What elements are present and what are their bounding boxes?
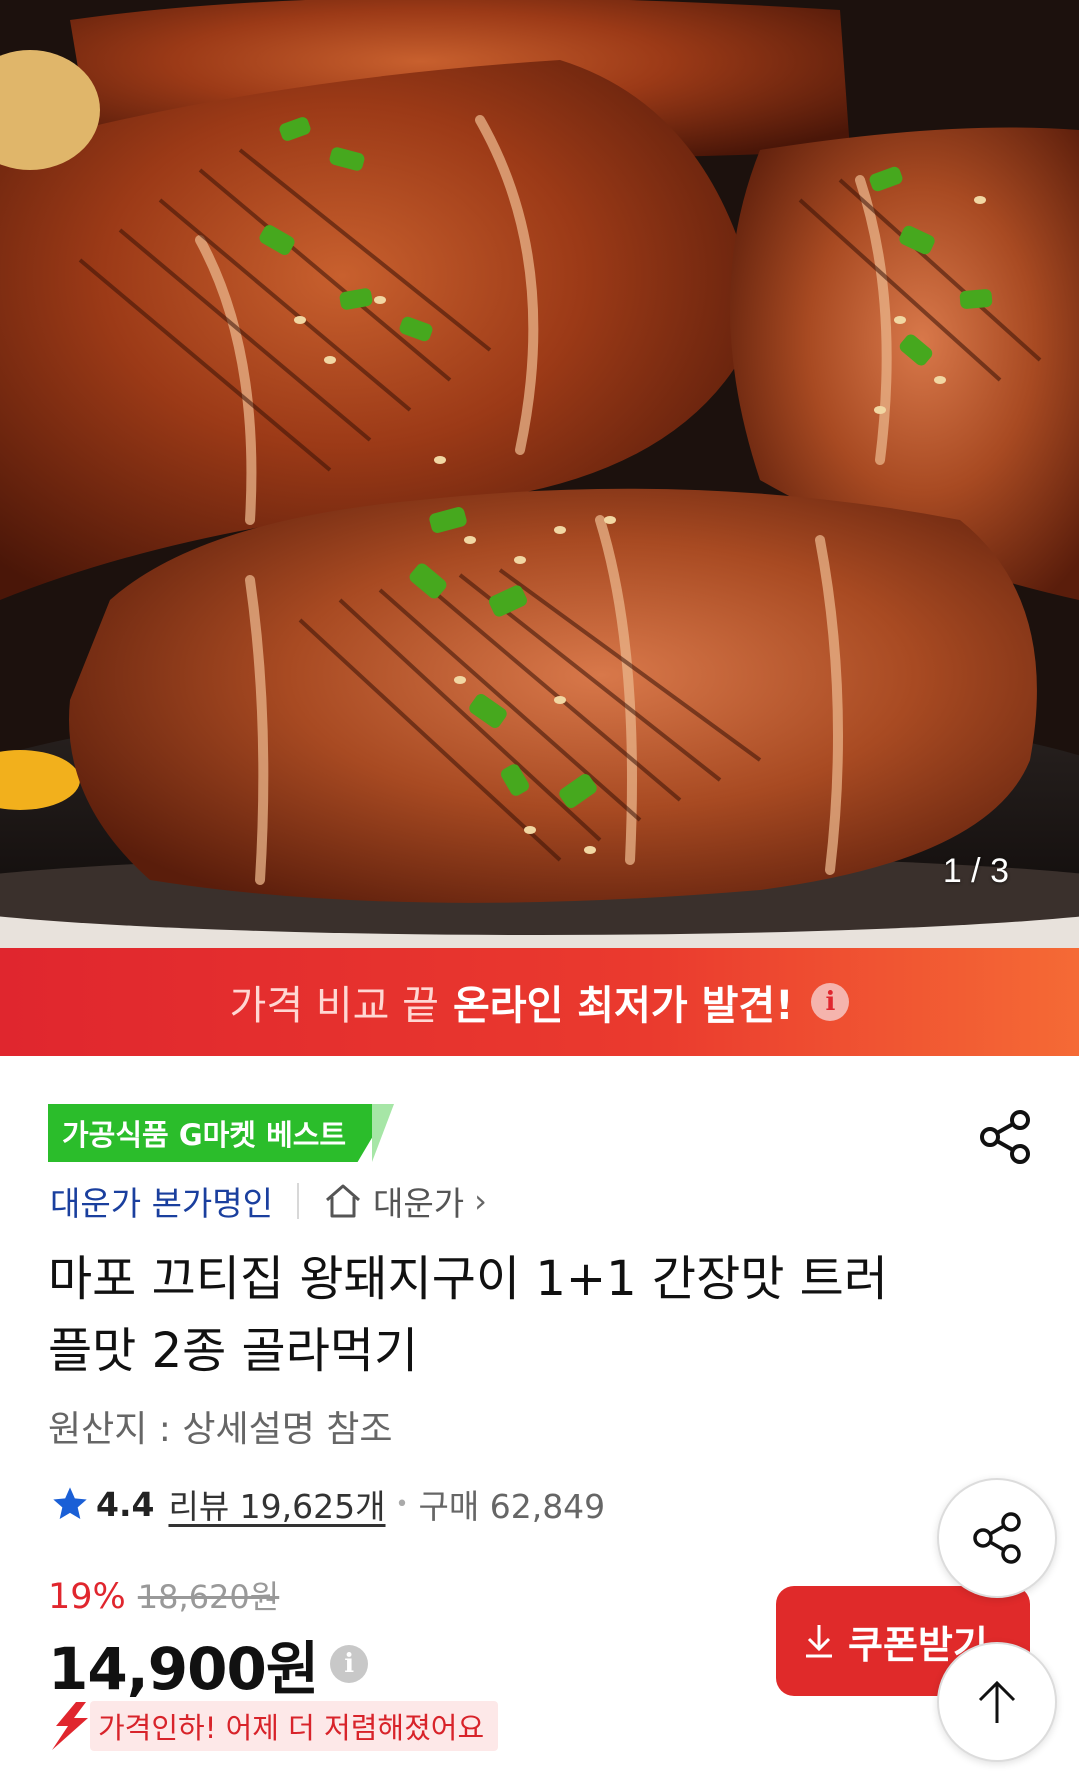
origin-info: 원산지 : 상세설명 참조 [48,1409,393,1450]
price-row: 14,900원 i [48,1622,369,1706]
download-icon [806,1625,832,1658]
info-icon[interactable]: i [330,1645,369,1683]
lowest-price-banner[interactable]: 가격 비교 끝 온라인 최저가 발견! i [0,948,1079,1056]
chevron-right-icon: › [474,1182,487,1220]
seller-row: 대운가 본가명인 대운가 › [50,1178,487,1224]
discount-rate: 19% [48,1577,126,1617]
divider [297,1183,300,1219]
seller-name[interactable]: 대운가 본가명인 [50,1177,273,1225]
share-icon [973,1512,1021,1564]
review-count-link[interactable]: 리뷰 19,625개 [168,1480,385,1528]
product-title: 마포 끄티집 왕돼지구이 1+1 간장맛 트러플맛 2종 골라먹기 [48,1251,888,1379]
price-drop-notice: 가격인하! 어제 더 저렴해졌어요 [48,1700,499,1752]
price-drop-text: 가격인하! 어제 더 저렴해졌어요 [90,1701,499,1751]
original-price: 18,620원 [137,1578,280,1616]
floating-share-button[interactable] [937,1478,1057,1598]
banner-text-bold: 온라인 최저가 발견! [452,983,794,1029]
price-drop-arrow-icon [52,1702,88,1750]
product-image[interactable]: 1 / 3 [0,0,1079,948]
scroll-to-top-button[interactable] [937,1642,1057,1762]
badge-tail [372,1104,394,1162]
best-seller-badge: 가공식품 G마켓 베스트 [48,1104,392,1162]
rating-score: 4.4 [96,1484,155,1524]
rating-row: 4.4 리뷰 19,625개 • 구매 62,849 [50,1480,605,1528]
image-page-indicator: 1 / 3 [942,852,1009,890]
arrow-up-icon [978,1680,1016,1723]
home-icon [326,1184,361,1218]
dot-separator: • [395,1491,409,1517]
info-icon[interactable]: i [811,983,850,1021]
share-icon[interactable] [976,1108,1034,1166]
store-link[interactable]: 대운가 › [323,1177,487,1225]
sale-price: 14,900원 [48,1635,319,1703]
banner-text-light: 가격 비교 끝 [229,983,439,1029]
purchase-count: 구매 62,849 [418,1487,606,1526]
store-name: 대운가 [373,1184,465,1223]
star-icon [53,1487,87,1519]
discount-row: 19% 18,620원 [48,1572,279,1618]
product-photo [0,0,1079,948]
